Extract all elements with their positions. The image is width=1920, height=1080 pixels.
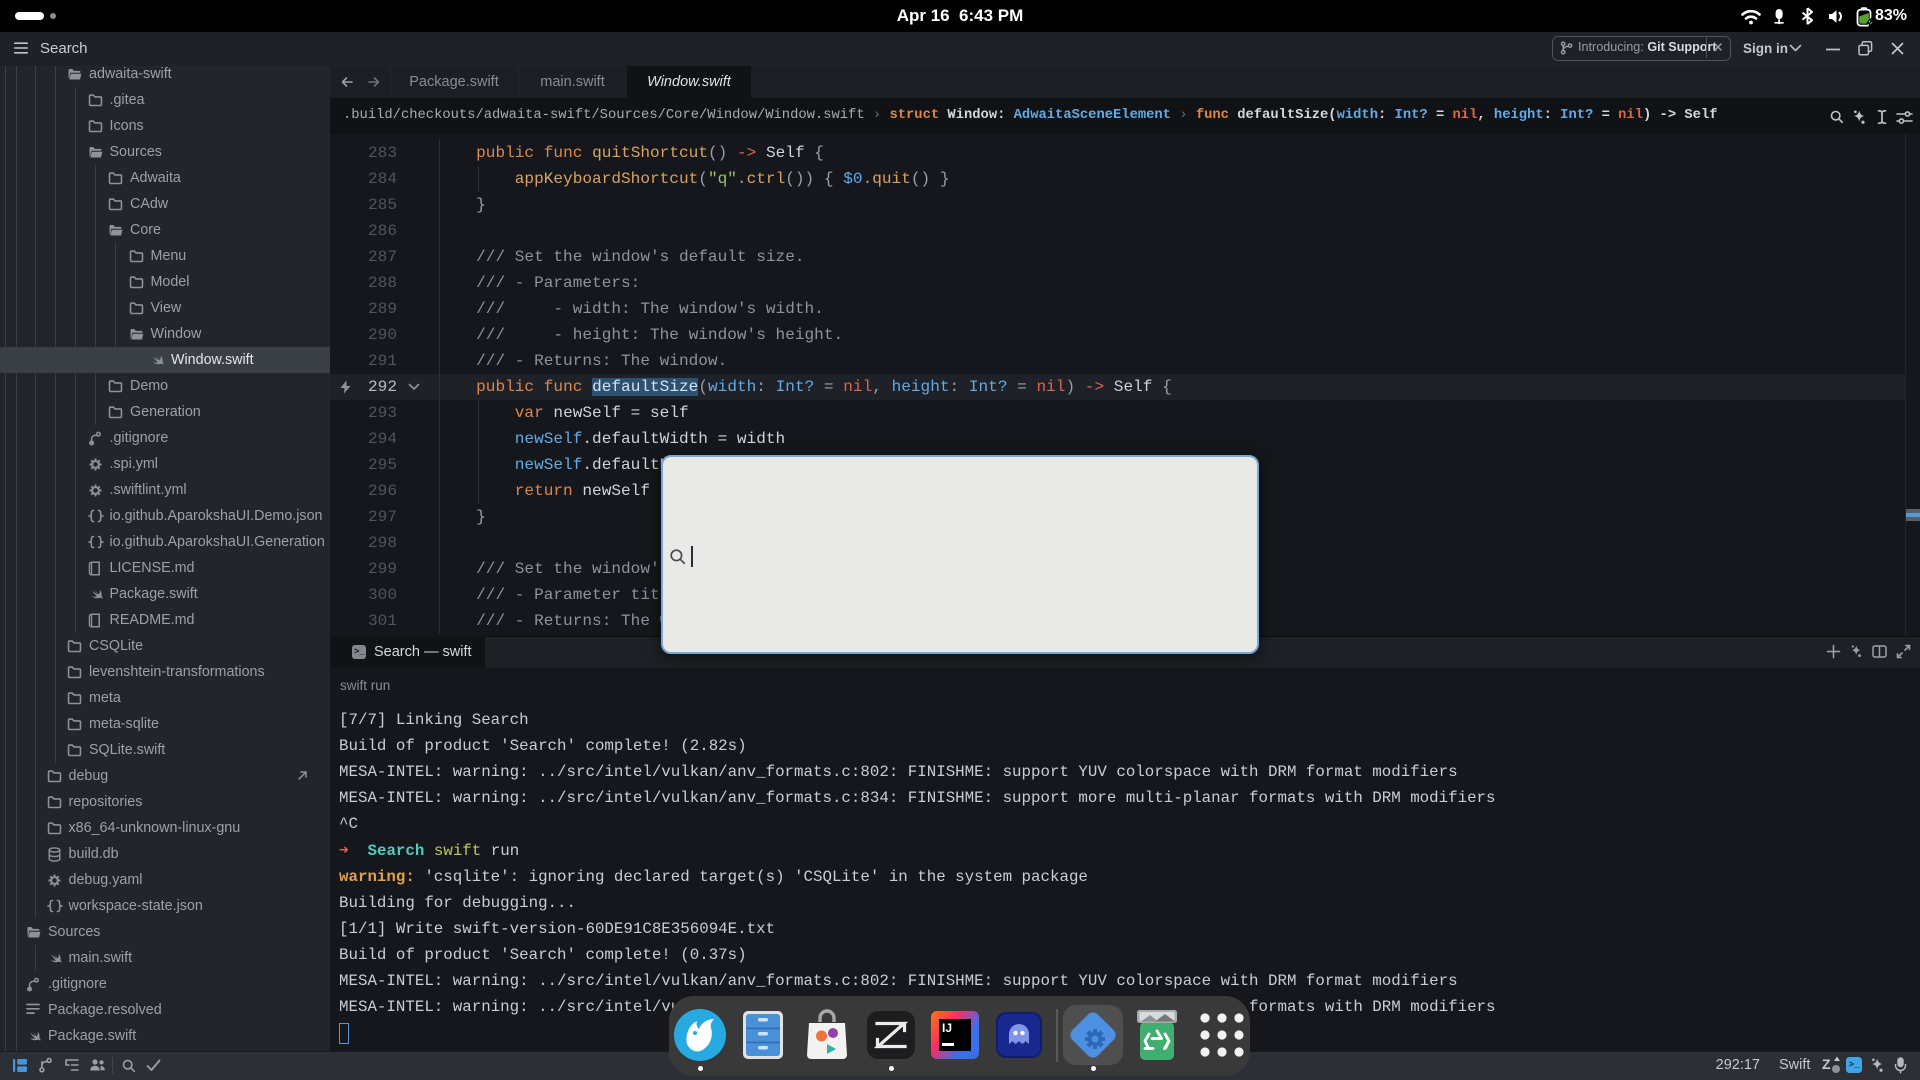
- svg-text:IJ: IJ: [942, 1021, 952, 1035]
